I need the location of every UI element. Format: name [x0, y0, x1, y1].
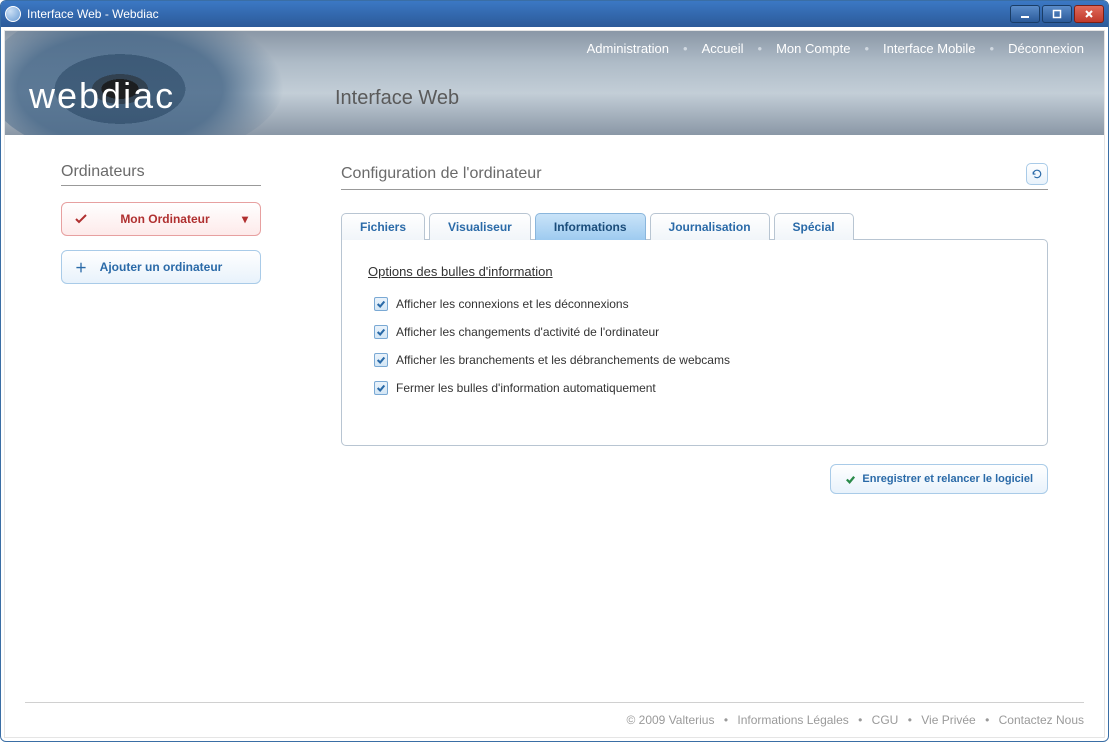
footer-sep: •: [985, 713, 989, 727]
tab-visualiseur[interactable]: Visualiseur: [429, 213, 531, 240]
banner: Administration • Accueil • Mon Compte • Int…: [5, 31, 1104, 135]
footer-legal[interactable]: Informations Légales: [737, 713, 848, 727]
titlebar: Interface Web - Webdiac: [1, 1, 1108, 27]
footer: © 2009 Valterius • Informations Légales …: [25, 702, 1084, 737]
sidebar: Ordinateurs Mon Ordinateur ▾ ＋ Ajouter u…: [61, 163, 261, 494]
panel-header: Configuration de l'ordinateur: [341, 163, 1048, 190]
sidebar-heading: Ordinateurs: [61, 163, 261, 186]
footer-cgu[interactable]: CGU: [872, 713, 899, 727]
caret-down-icon: ▾: [242, 212, 248, 226]
add-computer-label: Ajouter un ordinateur: [88, 260, 234, 274]
tab-journalisation[interactable]: Journalisation: [650, 213, 770, 240]
top-nav: Administration • Accueil • Mon Compte • Int…: [587, 41, 1084, 56]
nav-administration[interactable]: Administration: [587, 41, 669, 56]
nav-mon-compte[interactable]: Mon Compte: [776, 41, 850, 56]
window-title: Interface Web - Webdiac: [27, 7, 1010, 21]
computer-select-label: Mon Ordinateur: [88, 212, 242, 226]
action-row: Enregistrer et relancer le logiciel: [341, 464, 1048, 494]
window-controls: [1010, 5, 1104, 23]
close-button[interactable]: [1074, 5, 1104, 23]
plus-icon: ＋: [74, 259, 88, 276]
page-title: Interface Web: [335, 87, 459, 110]
option-label: Afficher les branchements et les débranc…: [396, 353, 730, 367]
option-label: Afficher les changements d'activité de l…: [396, 325, 659, 339]
footer-sep: •: [724, 713, 728, 727]
checkbox-connexions[interactable]: [374, 297, 388, 311]
tab-special[interactable]: Spécial: [774, 213, 854, 240]
tab-bar: Fichiers Visualiseur Informations Journa…: [341, 212, 1048, 239]
footer-copyright: © 2009 Valterius: [626, 713, 714, 727]
check-icon: [74, 213, 88, 225]
nav-deconnexion[interactable]: Déconnexion: [1008, 41, 1084, 56]
option-label: Afficher les connexions et les déconnexi…: [396, 297, 629, 311]
option-row: Fermer les bulles d'information automati…: [374, 381, 1021, 395]
checkbox-activite[interactable]: [374, 325, 388, 339]
nav-sep: •: [683, 41, 688, 56]
section-title: Options des bulles d'information: [368, 264, 1021, 279]
checkbox-autoclose[interactable]: [374, 381, 388, 395]
option-row: Afficher les changements d'activité de l…: [374, 325, 1021, 339]
option-row: Afficher les branchements et les débranc…: [374, 353, 1021, 367]
nav-interface-mobile[interactable]: Interface Mobile: [883, 41, 976, 56]
footer-sep: •: [908, 713, 912, 727]
refresh-button[interactable]: [1026, 163, 1048, 185]
nav-sep: •: [864, 41, 869, 56]
content-area: Administration • Accueil • Mon Compte • Int…: [1, 27, 1108, 741]
config-panel: Configuration de l'ordinateur Fichiers V…: [341, 163, 1048, 494]
panel-heading: Configuration de l'ordinateur: [341, 165, 542, 183]
tab-fichiers[interactable]: Fichiers: [341, 213, 425, 240]
nav-sep: •: [990, 41, 995, 56]
tab-panel: Options des bulles d'information Affiche…: [341, 239, 1048, 446]
checkbox-webcams[interactable]: [374, 353, 388, 367]
computer-select[interactable]: Mon Ordinateur ▾: [61, 202, 261, 236]
option-label: Fermer les bulles d'information automati…: [396, 381, 656, 395]
application-window: Interface Web - Webdiac Administration • …: [0, 0, 1109, 742]
save-relaunch-button[interactable]: Enregistrer et relancer le logiciel: [830, 464, 1048, 494]
maximize-button[interactable]: [1042, 5, 1072, 23]
logo: webdiac: [29, 75, 175, 117]
option-row: Afficher les connexions et les déconnexi…: [374, 297, 1021, 311]
save-button-label: Enregistrer et relancer le logiciel: [862, 473, 1033, 485]
nav-accueil[interactable]: Accueil: [702, 41, 744, 56]
footer-sep: •: [858, 713, 862, 727]
minimize-button[interactable]: [1010, 5, 1040, 23]
main: Ordinateurs Mon Ordinateur ▾ ＋ Ajouter u…: [5, 135, 1104, 494]
footer-contact[interactable]: Contactez Nous: [999, 713, 1084, 727]
add-computer-button[interactable]: ＋ Ajouter un ordinateur: [61, 250, 261, 284]
tab-informations[interactable]: Informations: [535, 213, 646, 240]
app-icon: [5, 6, 21, 22]
page-frame: Administration • Accueil • Mon Compte • Int…: [4, 30, 1105, 738]
nav-sep: •: [758, 41, 763, 56]
footer-privacy[interactable]: Vie Privée: [921, 713, 975, 727]
